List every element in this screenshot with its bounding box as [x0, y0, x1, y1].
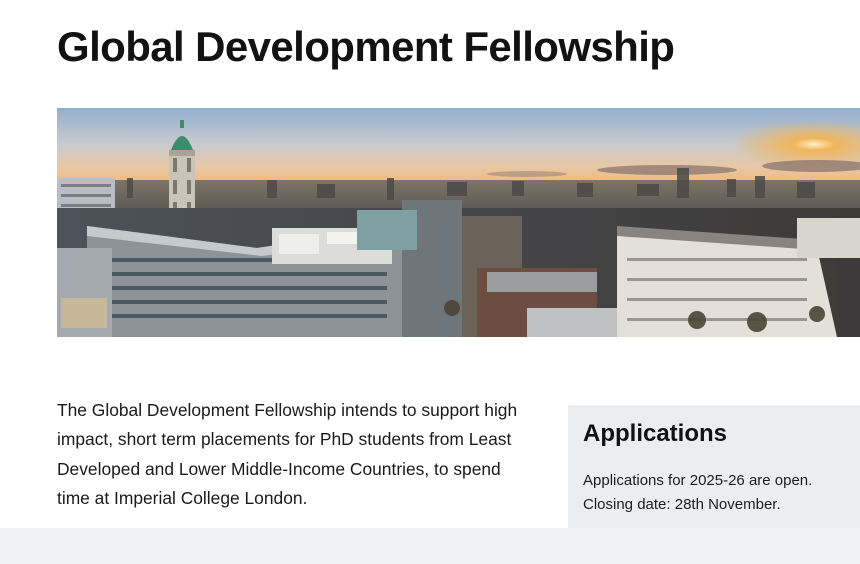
intro-paragraph: The Global Development Fellowship intend…	[57, 400, 518, 508]
applications-closing-date: Closing date: 28th November.	[583, 496, 781, 513]
applications-status: Applications for 2025-26 are open.	[583, 472, 813, 489]
footer-band	[0, 528, 860, 564]
applications-heading: Applications	[583, 420, 728, 447]
page-title: Global Development Fellowship	[57, 23, 675, 70]
applications-panel: Applications Applications for 2025-26 ar…	[568, 405, 860, 528]
breadcrumb	[57, 0, 817, 5]
page: Global Development Fellowship The Global…	[0, 0, 860, 564]
hero-image	[57, 108, 860, 337]
